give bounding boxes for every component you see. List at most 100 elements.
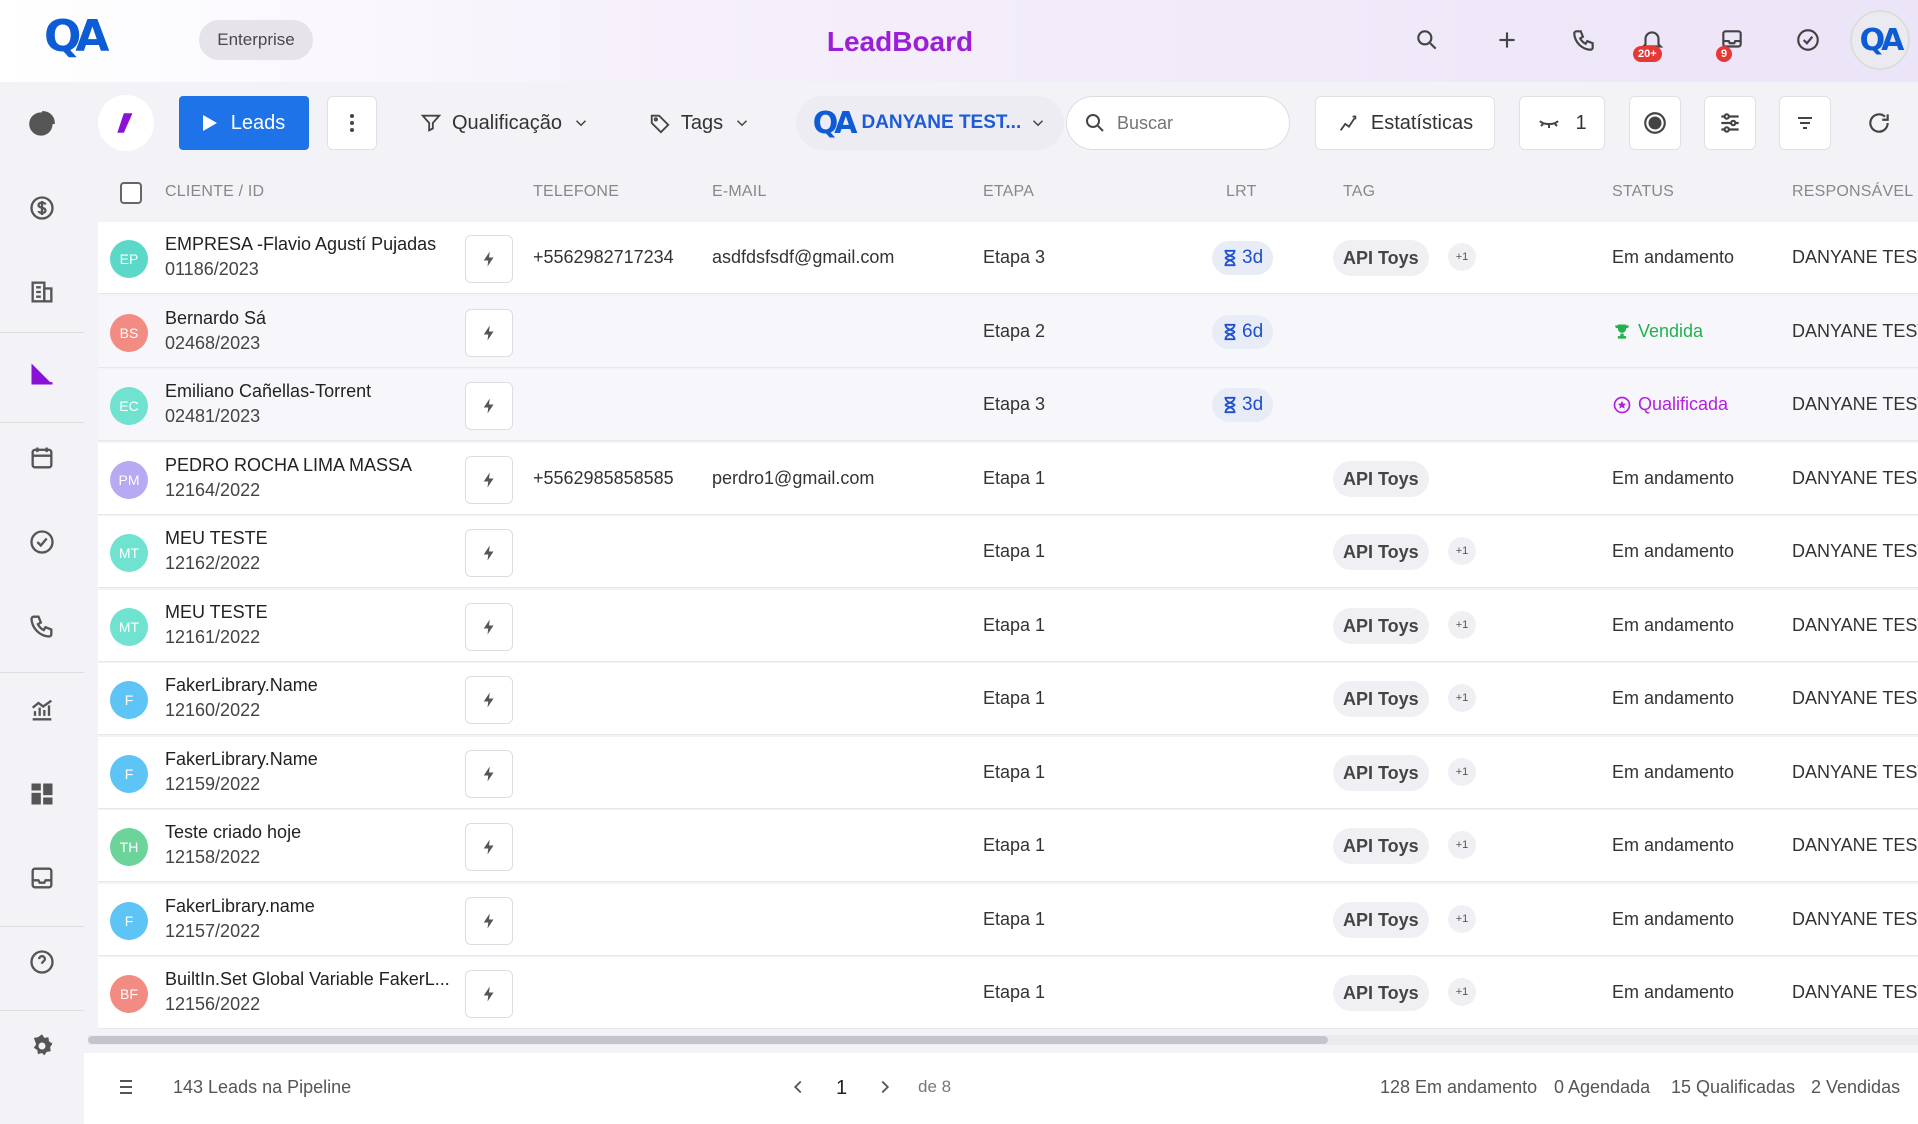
avatar[interactable]: QA [1850,10,1910,70]
table-row[interactable]: F FakerLibrary.name 12157/2022 Etapa 1 API T… [98,884,1918,956]
inbox-icon[interactable]: 9 [1714,22,1750,62]
quick-action-button[interactable] [465,309,513,357]
responsible-filter[interactable]: QA DANYANE TEST... [796,96,1064,150]
pipeline-icon[interactable] [22,354,62,394]
plus-icon[interactable] [1489,22,1525,58]
quick-action-button[interactable] [465,235,513,283]
client-name[interactable]: FakerLibrary.Name [165,749,318,770]
tag-chip[interactable]: API Toys [1333,828,1429,864]
building-icon[interactable] [22,272,62,312]
table-row[interactable]: F FakerLibrary.Name 12160/2022 Etapa 1 API T… [98,663,1918,735]
dashboard-icon[interactable] [22,774,62,814]
column-header-owner[interactable]: RESPONSÁVEL [1792,183,1913,201]
next-page-button[interactable] [874,1076,896,1103]
sort-button[interactable] [1779,96,1831,150]
more-tags-chip[interactable]: +1 [1448,905,1476,933]
column-header-stage[interactable]: ETAPA [983,183,1034,201]
bar-chart-icon[interactable] [22,690,62,730]
column-header-phone[interactable]: TELEFONE [533,183,619,201]
tag-chip[interactable]: API Toys [1333,608,1429,644]
column-header-email[interactable]: E-MAIL [712,183,767,201]
adjust-columns-button[interactable] [1704,96,1756,150]
search-input[interactable] [1117,112,1267,134]
lightning-icon [483,692,494,708]
dollar-icon[interactable] [22,188,62,228]
table-row[interactable]: F FakerLibrary.Name 12159/2022 Etapa 1 API T… [98,737,1918,809]
quick-action-button[interactable] [465,823,513,871]
check-circle-icon[interactable] [1790,22,1826,58]
column-header-client[interactable]: CLIENTE / ID [165,183,264,201]
table-row[interactable]: TH Teste criado hoje 12158/2022 Etapa 1 API … [98,810,1918,882]
tag-chip[interactable]: API Toys [1333,461,1429,497]
column-header-lrt[interactable]: LRT [1226,183,1257,201]
client-name[interactable]: FakerLibrary.name [165,896,315,917]
hidden-columns-button[interactable]: 1 [1519,96,1605,150]
refresh-button[interactable] [1853,96,1905,150]
tag-chip[interactable]: API Toys [1333,755,1429,791]
more-tags-chip[interactable]: +1 [1448,537,1476,565]
more-tags-chip[interactable]: +1 [1448,978,1476,1006]
table-row[interactable]: BF BuiltIn.Set Global Variable FakerL... 1… [98,957,1918,1029]
select-all-checkbox[interactable] [120,182,142,204]
app-logo[interactable]: QA [44,12,109,62]
more-options-button[interactable] [327,96,377,150]
bell-icon[interactable]: 20+ [1633,22,1670,62]
quick-action-button[interactable] [465,382,513,430]
quick-action-button[interactable] [465,456,513,504]
more-tags-chip[interactable]: +1 [1448,831,1476,859]
client-name[interactable]: Emiliano Cañellas-Torrent [165,381,371,402]
client-name[interactable]: Teste criado hoje [165,822,301,843]
tag-chip[interactable]: API Toys [1333,534,1429,570]
tag-chip[interactable]: API Toys [1333,240,1429,276]
client-name[interactable]: EMPRESA -Flavio Agustí Pujadas [165,234,436,255]
table-row[interactable]: MT MEU TESTE 12161/2022 Etapa 1 API Toys +1 Em… [98,590,1918,662]
phone-icon[interactable] [22,606,62,646]
tag-chip[interactable]: API Toys [1333,975,1429,1011]
search-icon[interactable] [1409,22,1445,58]
list-icon[interactable] [112,1075,136,1104]
more-tags-chip[interactable]: +1 [1448,611,1476,639]
quick-action-button[interactable] [465,676,513,724]
table-row[interactable]: EP EMPRESA -Flavio Agustí Pujadas 01186/20… [98,222,1918,294]
table-row[interactable]: BS Bernardo Sá 02468/2023 Etapa 2 6d Vendida D… [98,296,1918,368]
client-name[interactable]: MEU TESTE [165,528,268,549]
column-header-status[interactable]: STATUS [1612,183,1674,201]
tags-filter[interactable]: Tags [640,96,760,150]
search-box[interactable] [1066,96,1290,150]
quick-action-button[interactable] [465,603,513,651]
column-header-tag[interactable]: TAG [1343,183,1375,201]
client-name[interactable]: PEDRO ROCHA LIMA MASSA [165,455,412,476]
client-name[interactable]: BuiltIn.Set Global Variable FakerL... [165,969,450,990]
help-icon[interactable] [22,942,62,982]
horizontal-scrollbar[interactable] [88,1035,1918,1045]
scrollbar-thumb[interactable] [88,1036,1328,1044]
quick-action-button[interactable] [465,750,513,798]
current-page[interactable]: 1 [836,1077,847,1100]
table-row[interactable]: EC Emiliano Cañellas-Torrent 02481/2023 Eta… [98,369,1918,441]
leads-button[interactable]: Leads [179,96,309,150]
statistics-button[interactable]: Estatísticas [1315,96,1495,150]
more-tags-chip[interactable]: +1 [1448,243,1476,271]
table-row[interactable]: MT MEU TESTE 12162/2022 Etapa 1 API Toys +1 Em… [98,516,1918,588]
client-name[interactable]: Bernardo Sá [165,308,266,329]
view-mode-button[interactable] [1629,96,1681,150]
phone-icon[interactable] [1566,22,1602,58]
leadboard-logo[interactable] [98,95,154,151]
more-tags-chip[interactable]: +1 [1448,684,1476,712]
pie-chart-icon[interactable] [22,104,62,144]
more-tags-chip[interactable]: +1 [1448,758,1476,786]
quick-action-button[interactable] [465,529,513,577]
quick-action-button[interactable] [465,897,513,945]
tag-chip[interactable]: API Toys [1333,681,1429,717]
prev-page-button[interactable] [787,1076,809,1103]
client-name[interactable]: MEU TESTE [165,602,268,623]
inbox-icon[interactable] [22,858,62,898]
quick-action-button[interactable] [465,970,513,1018]
qualificacao-filter[interactable]: Qualificação [415,96,595,150]
check-circle-icon[interactable] [22,522,62,562]
tag-chip[interactable]: API Toys [1333,902,1429,938]
table-row[interactable]: PM PEDRO ROCHA LIMA MASSA 12164/2022 +55629… [98,443,1918,515]
calendar-icon[interactable] [22,438,62,478]
settings-icon[interactable] [22,1026,62,1066]
client-name[interactable]: FakerLibrary.Name [165,675,318,696]
